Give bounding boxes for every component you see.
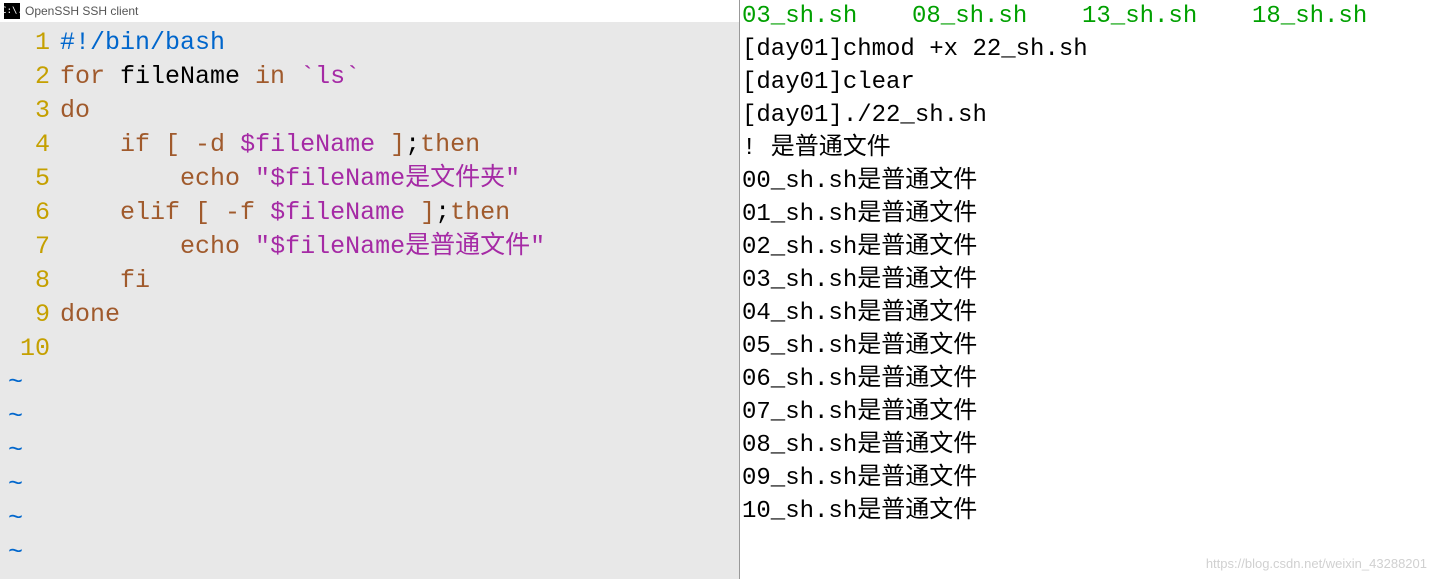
terminal-line: [day01]chmod +x 22_sh.sh — [742, 33, 1435, 66]
line-number: 1 — [0, 26, 60, 60]
terminal-output-line: 04_sh.sh是普通文件 — [742, 297, 1435, 330]
code-line[interactable]: 10 — [0, 332, 739, 366]
code-content[interactable]: for fileName in `ls` — [60, 60, 739, 94]
terminal-output-line: 03_sh.sh是普通文件 — [742, 264, 1435, 297]
empty-line: ~ — [0, 434, 739, 468]
terminal-output-line: 10_sh.sh是普通文件 — [742, 495, 1435, 528]
code-line[interactable]: 3do — [0, 94, 739, 128]
code-content[interactable]: echo "$fileName是文件夹" — [60, 162, 739, 196]
empty-line: ~ — [0, 400, 739, 434]
code-content[interactable]: elif [ -f $fileName ];then — [60, 196, 739, 230]
code-content[interactable]: fi — [60, 264, 739, 298]
editor-pane: C:\. OpenSSH SSH client 1#!/bin/bash2for… — [0, 0, 740, 579]
empty-line: ~ — [0, 468, 739, 502]
line-number: 6 — [0, 196, 60, 230]
terminal-output-line: 00_sh.sh是普通文件 — [742, 165, 1435, 198]
line-number: 2 — [0, 60, 60, 94]
empty-line: ~ — [0, 366, 739, 400]
terminal-line: [day01]clear — [742, 66, 1435, 99]
window-title: OpenSSH SSH client — [25, 4, 138, 18]
line-number: 4 — [0, 128, 60, 162]
code-line[interactable]: 7 echo "$fileName是普通文件" — [0, 230, 739, 264]
terminal-output-line: 07_sh.sh是普通文件 — [742, 396, 1435, 429]
ls-row: 03_sh.sh08_sh.sh13_sh.sh18_sh.sh — [742, 0, 1435, 33]
terminal-output-line: 09_sh.sh是普通文件 — [742, 462, 1435, 495]
line-number: 10 — [0, 332, 60, 366]
window-titlebar[interactable]: C:\. OpenSSH SSH client — [0, 0, 739, 22]
code-content[interactable]: done — [60, 298, 739, 332]
terminal-icon: C:\. — [4, 3, 20, 19]
terminal-output-line: 01_sh.sh是普通文件 — [742, 198, 1435, 231]
code-line[interactable]: 5 echo "$fileName是文件夹" — [0, 162, 739, 196]
code-content[interactable]: do — [60, 94, 739, 128]
terminal-pane[interactable]: 03_sh.sh08_sh.sh13_sh.sh18_sh.sh[day01]c… — [740, 0, 1437, 579]
code-line[interactable]: 6 elif [ -f $fileName ];then — [0, 196, 739, 230]
code-line[interactable]: 9done — [0, 298, 739, 332]
terminal-output-line: 08_sh.sh是普通文件 — [742, 429, 1435, 462]
empty-line: ~ — [0, 536, 739, 570]
line-number: 7 — [0, 230, 60, 264]
code-line[interactable]: 1#!/bin/bash — [0, 26, 739, 60]
terminal-line: ! 是普通文件 — [742, 132, 1435, 165]
terminal-output-line: 02_sh.sh是普通文件 — [742, 231, 1435, 264]
code-line[interactable]: 8 fi — [0, 264, 739, 298]
empty-line: ~ — [0, 502, 739, 536]
code-content[interactable]: echo "$fileName是普通文件" — [60, 230, 739, 264]
line-number: 3 — [0, 94, 60, 128]
code-line[interactable]: 2for fileName in `ls` — [0, 60, 739, 94]
line-number: 5 — [0, 162, 60, 196]
line-number: 8 — [0, 264, 60, 298]
code-content[interactable]: #!/bin/bash — [60, 26, 739, 60]
line-number: 9 — [0, 298, 60, 332]
code-content[interactable] — [60, 332, 739, 366]
code-editor[interactable]: 1#!/bin/bash2for fileName in `ls`3do4 if… — [0, 22, 739, 579]
terminal-output-line: 05_sh.sh是普通文件 — [742, 330, 1435, 363]
code-content[interactable]: if [ -d $fileName ];then — [60, 128, 739, 162]
terminal-line: [day01]./22_sh.sh — [742, 99, 1435, 132]
terminal-output-line: 06_sh.sh是普通文件 — [742, 363, 1435, 396]
code-line[interactable]: 4 if [ -d $fileName ];then — [0, 128, 739, 162]
